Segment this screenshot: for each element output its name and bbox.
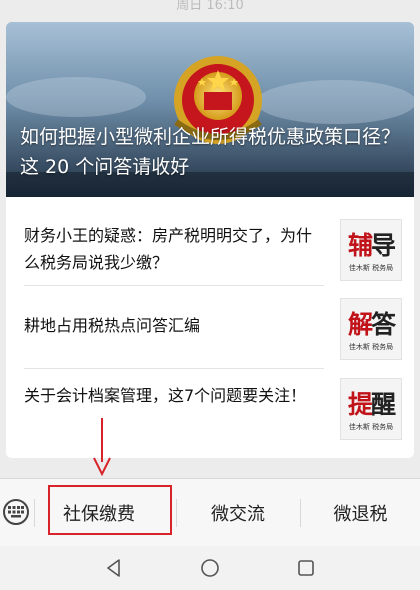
thumb-caption: 佳木斯 税务局: [348, 423, 394, 431]
keyboard-icon[interactable]: [3, 499, 29, 525]
thumb-caption: 佳木斯 税务局: [348, 343, 394, 351]
article-item[interactable]: 财务小王的疑惑：房产税明明交了，为什么税务局说我少缴？ 辅导 佳木斯 税务局: [6, 210, 414, 290]
recent-apps-icon[interactable]: [296, 558, 316, 578]
article-title: 关于会计档案管理，这7个问题要关注！: [24, 386, 307, 405]
back-icon[interactable]: [104, 558, 124, 578]
article-title: 耕地占用税热点问答汇编: [24, 316, 201, 335]
home-icon[interactable]: [200, 558, 220, 578]
thumb-char-1: 解: [347, 310, 373, 339]
highlight-box: [48, 485, 172, 535]
divider: [24, 285, 324, 286]
system-nav-bar: [0, 546, 420, 590]
article-item[interactable]: 关于会计档案管理，这7个问题要关注！ 提醒 佳木斯 税务局: [6, 372, 414, 452]
thumb-char-1: 提: [347, 390, 373, 419]
article-thumbnail: 辅导 佳木斯 税务局: [340, 219, 402, 281]
article-thumbnail: 提醒 佳木斯 税务局: [340, 378, 402, 440]
article-title: 财务小王的疑惑：房产税明明交了，为什么税务局说我少缴？: [24, 226, 313, 272]
thumb-char-2: 答: [371, 310, 396, 339]
thumb-char-1: 辅: [347, 231, 373, 260]
thumb-caption: 佳木斯 税务局: [348, 264, 394, 272]
article-item[interactable]: 耕地占用税热点问答汇编 解答 佳木斯 税务局: [6, 290, 414, 370]
thumb-char-2: 醒: [371, 390, 396, 419]
article-card: 如何把握小型微利企业所得税优惠政策口径？这 20 个问答请收好 财务小王的疑惑：…: [6, 22, 414, 458]
divider: [24, 368, 324, 369]
hero-banner[interactable]: 如何把握小型微利企业所得税优惠政策口径？这 20 个问答请收好: [6, 22, 414, 197]
menu-item-tax-refund[interactable]: 微退税: [301, 479, 420, 547]
article-thumbnail: 解答 佳木斯 税务局: [340, 298, 402, 360]
menu-item-micro-exchange[interactable]: 微交流: [177, 479, 299, 547]
hero-title: 如何把握小型微利企业所得税优惠政策口径？这 20 个问答请收好: [20, 126, 401, 178]
arrow-down-icon: [93, 418, 111, 476]
thumb-char-2: 导: [371, 231, 396, 260]
status-time: 周日 16:10: [176, 0, 244, 13]
